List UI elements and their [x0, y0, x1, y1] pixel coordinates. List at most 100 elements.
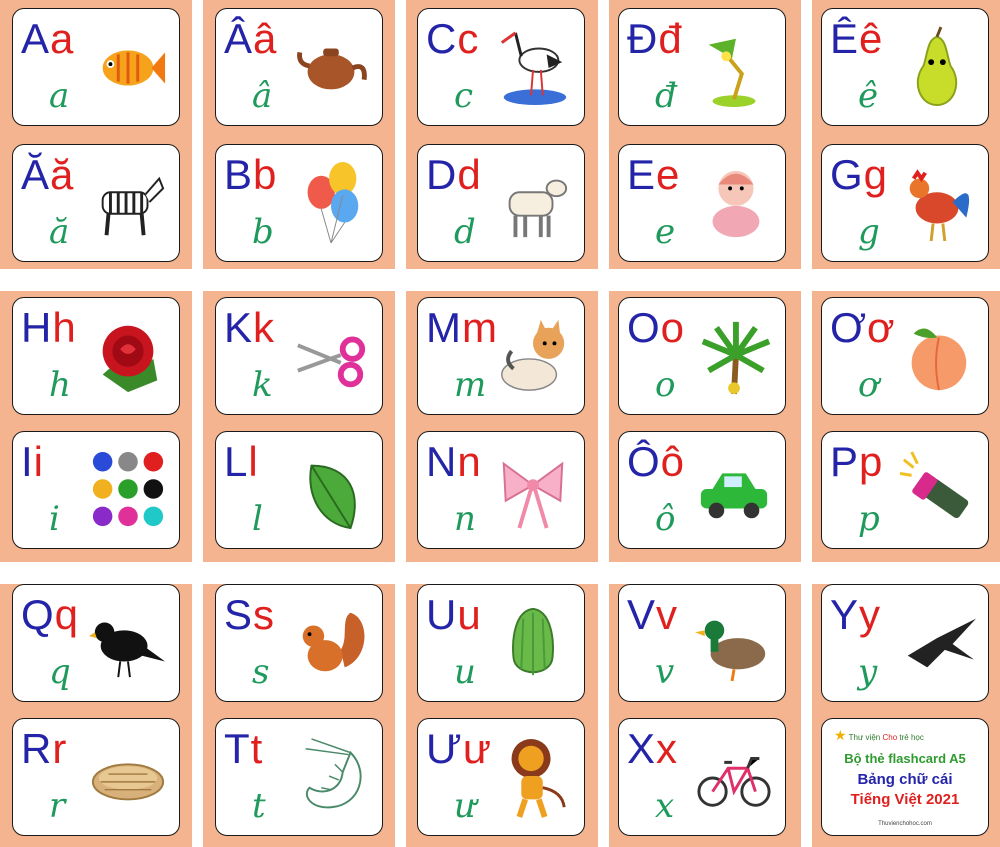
printed-letters: Qq — [21, 591, 79, 639]
letter-card[interactable]: Gg g — [821, 144, 989, 262]
cursive-letter: r — [49, 786, 66, 826]
flashlight-icon — [898, 446, 976, 534]
printed-letters: Xx — [627, 725, 678, 773]
lowercase-letter: g — [863, 151, 889, 198]
cover-subtitle: Bộ thẻ flashcard A5 — [844, 751, 966, 766]
lowercase-letter: x — [656, 725, 679, 772]
letter-card[interactable]: Ôô ô — [618, 431, 786, 549]
logo-text-1: Thư viện — [848, 733, 881, 742]
cursive-letter: l — [252, 499, 263, 539]
lowercase-letter: s — [253, 591, 276, 638]
cursive-letter: h — [49, 365, 71, 405]
cursive-letter: o — [655, 365, 676, 405]
cover-url: Thuvienchohoc.com — [878, 821, 932, 827]
letter-card[interactable]: Kk k — [215, 297, 383, 415]
cursive-letter: x — [655, 786, 675, 826]
uppercase-letter: M — [426, 304, 462, 351]
letter-card[interactable]: Ll l — [215, 431, 383, 549]
letter-card[interactable]: Yy y — [821, 584, 989, 702]
letter-card[interactable]: Oo o — [618, 297, 786, 415]
cursive-letter: v — [655, 652, 675, 692]
letter-card[interactable]: Ii i — [12, 431, 180, 549]
letter-card[interactable]: Rr r — [12, 718, 180, 836]
printed-letters: Cc — [426, 15, 479, 63]
printed-letters: Ââ — [224, 15, 277, 63]
bicycle-icon — [695, 733, 773, 821]
printed-letters: Êê — [830, 15, 883, 63]
printed-letters: Gg — [830, 151, 888, 199]
logo-text-2: Cho — [882, 733, 898, 742]
letter-card[interactable]: Pp p — [821, 431, 989, 549]
uppercase-letter: Đ — [627, 15, 659, 62]
rose-icon — [89, 312, 167, 400]
uppercase-letter: N — [426, 438, 458, 485]
uppercase-letter: T — [224, 725, 251, 772]
letter-card[interactable]: Aa a — [12, 8, 180, 126]
letter-card[interactable]: Ăă ă — [12, 144, 180, 262]
cursive-letter: s — [252, 652, 270, 692]
printed-letters: Uu — [426, 591, 482, 639]
letter-card[interactable]: Hh h — [12, 297, 180, 415]
letter-card[interactable]: Dd d — [417, 144, 585, 262]
uppercase-letter: Ă — [21, 151, 51, 198]
printed-letters: Ll — [224, 438, 259, 486]
letter-card[interactable]: Ss s — [215, 584, 383, 702]
uppercase-letter: Ê — [830, 15, 860, 62]
printed-letters: Aa — [21, 15, 74, 63]
letter-card[interactable]: Mm m — [417, 297, 585, 415]
printed-letters: Rr — [21, 725, 67, 773]
letter-card[interactable]: Vv v — [618, 584, 786, 702]
lowercase-letter: a — [50, 15, 75, 62]
printed-letters: Ii — [21, 438, 44, 486]
printed-letters: Tt — [224, 725, 263, 773]
printed-letters: Ee — [627, 151, 680, 199]
cursive-letter: ư — [454, 786, 476, 826]
letter-card[interactable]: Tt t — [215, 718, 383, 836]
lowercase-letter: u — [457, 591, 482, 638]
letter-card[interactable]: Xx x — [618, 718, 786, 836]
lowercase-letter: h — [52, 304, 77, 351]
lowercase-letter: r — [52, 725, 68, 772]
cursive-letter: ê — [858, 76, 879, 116]
letter-card[interactable]: Uu u — [417, 584, 585, 702]
cover-title-year: Tiếng Việt 2021 — [850, 791, 960, 808]
uppercase-letter: C — [426, 15, 458, 62]
letter-card[interactable]: Êê ê — [821, 8, 989, 126]
letter-card[interactable]: Cc c — [417, 8, 585, 126]
uppercase-letter: P — [830, 438, 860, 485]
bow-icon — [494, 446, 572, 534]
letter-card[interactable]: Bb b — [215, 144, 383, 262]
letter-card[interactable]: Ee e — [618, 144, 786, 262]
letter-card[interactable]: Ââ â — [215, 8, 383, 126]
letter-card[interactable]: Ơơ ơ — [821, 297, 989, 415]
rooster-icon — [898, 159, 976, 247]
uppercase-letter: Â — [224, 15, 254, 62]
uppercase-letter: Ư — [426, 725, 463, 772]
letter-card[interactable]: Ưư ư — [417, 718, 585, 836]
lowercase-letter: t — [250, 725, 264, 772]
uppercase-letter: D — [426, 151, 458, 198]
zebra-icon — [89, 159, 167, 247]
lowercase-letter: d — [457, 151, 482, 198]
cursive-letter: b — [252, 212, 274, 252]
logo-text-3: trẻ học — [899, 733, 924, 742]
letter-card[interactable]: Nn n — [417, 431, 585, 549]
letter-card[interactable]: Qq q — [12, 584, 180, 702]
leaf-icon — [292, 446, 370, 534]
fish-icon — [89, 23, 167, 111]
cursive-letter: y — [858, 652, 878, 692]
printed-letters: Ôô — [627, 438, 685, 486]
cursive-letter: a — [49, 76, 70, 116]
cover-title: Bảng chữ cái — [857, 771, 953, 788]
uppercase-letter: Ô — [627, 438, 661, 485]
uppercase-letter: S — [224, 591, 254, 638]
peach-icon — [898, 312, 976, 400]
cursive-letter: q — [49, 652, 71, 692]
lowercase-letter: v — [656, 591, 679, 638]
letter-card[interactable]: Đđ đ — [618, 8, 786, 126]
printed-letters: Đđ — [627, 15, 683, 63]
uppercase-letter: Y — [830, 591, 860, 638]
lowercase-letter: ô — [660, 438, 686, 485]
lowercase-letter: p — [859, 438, 884, 485]
printed-letters: Ss — [224, 591, 275, 639]
